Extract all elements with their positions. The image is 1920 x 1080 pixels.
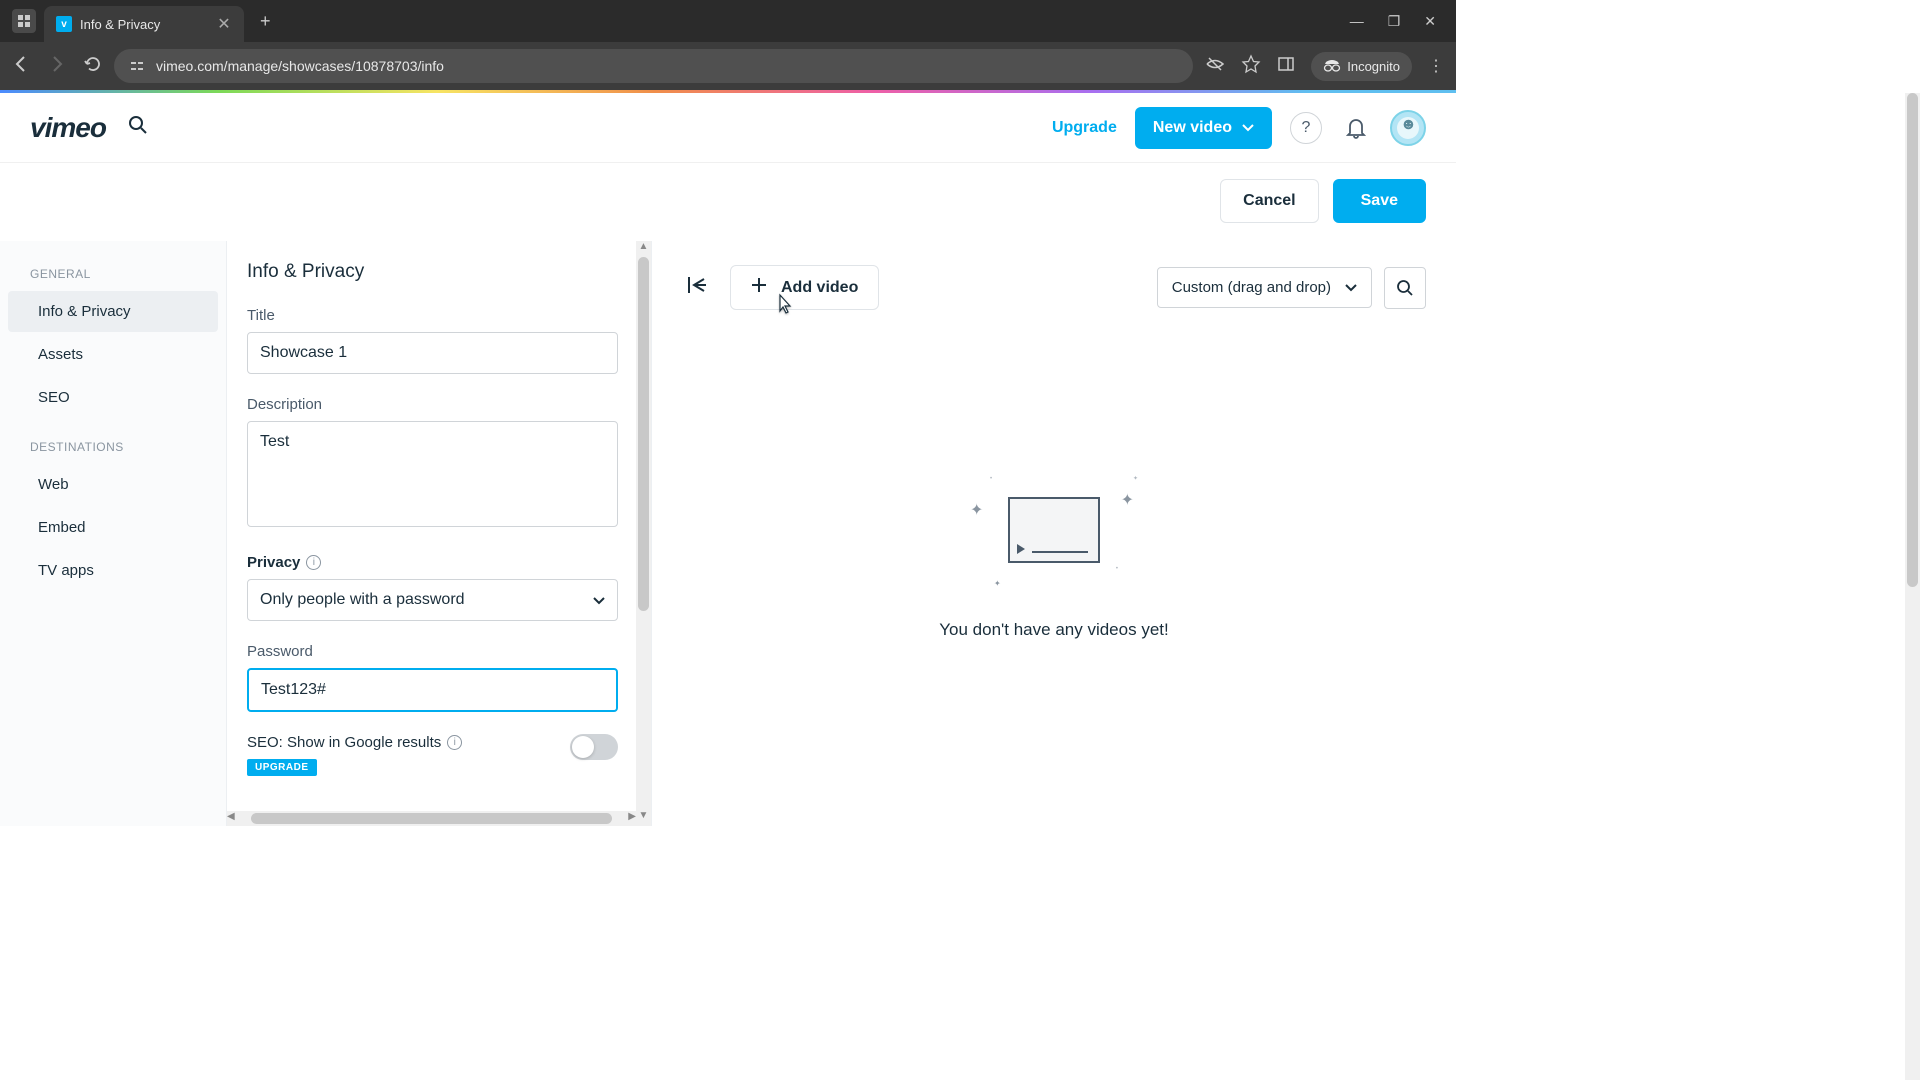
scroll-up-icon: ▲ [636,241,651,257]
url-field[interactable]: vimeo.com/manage/showcases/10878703/info [114,49,1193,83]
site-settings-icon[interactable] [128,57,146,75]
vimeo-header: vimeo Upgrade New video ? [0,93,1456,163]
app-menu-icon[interactable] [12,9,36,33]
sidebar-item-web[interactable]: Web [8,464,218,505]
sidebar-section-general: GENERAL [0,259,226,289]
h-scrollbar-thumb[interactable] [251,813,613,824]
sidebar-item-embed[interactable]: Embed [8,507,218,548]
description-label: Description [247,396,618,413]
title-label: Title [247,307,618,324]
incognito-icon [1323,58,1341,75]
tab-title: Info & Privacy [80,17,208,32]
forward-icon [48,55,66,78]
tab-bar: v Info & Privacy ✕ + ― ❐ ✕ [0,0,1456,42]
chevron-down-icon [1242,119,1254,137]
seo-row: SEO: Show in Google results i UPGRADE [247,734,618,776]
reload-icon[interactable] [84,55,102,78]
sort-select[interactable]: Custom (drag and drop) [1157,267,1372,308]
back-icon[interactable] [12,55,30,78]
side-panel-icon[interactable] [1277,55,1295,78]
new-video-button[interactable]: New video [1135,107,1272,149]
vertical-scrollbar[interactable]: ▲ ▼ [636,241,651,826]
scrollbar-thumb[interactable] [638,257,649,611]
search-icon[interactable] [128,115,148,140]
sidebar-item-info-privacy[interactable]: Info & Privacy [8,291,218,332]
save-button[interactable]: Save [1333,179,1426,223]
url-text: vimeo.com/manage/showcases/10878703/info [156,58,444,74]
sidebar-item-tv-apps[interactable]: TV apps [8,550,218,591]
sidebar: GENERAL Info & Privacy Assets SEO DESTIN… [0,241,226,826]
chevron-down-icon [1345,279,1357,296]
info-icon[interactable]: i [306,555,321,570]
sidebar-item-assets[interactable]: Assets [8,334,218,375]
title-input[interactable] [247,332,618,374]
close-window-icon[interactable]: ✕ [1424,13,1436,30]
add-video-label: Add video [781,279,858,297]
browser-tab[interactable]: v Info & Privacy ✕ [44,6,244,42]
tab-favicon-icon: v [56,16,72,32]
description-textarea[interactable] [247,421,618,527]
empty-text: You don't have any videos yet! [939,620,1168,640]
eye-off-icon[interactable] [1205,54,1225,79]
video-panel: Add video Custom (drag and drop) ✦ ✦ ✦ ✦… [652,241,1456,826]
empty-illustration: ✦ ✦ ✦ ✦ • • [964,470,1144,590]
video-search-button[interactable] [1384,267,1426,309]
sidebar-section-destinations: DESTINATIONS [0,432,226,462]
main-content: GENERAL Info & Privacy Assets SEO DESTIN… [0,241,1456,826]
new-video-label: New video [1153,119,1232,137]
password-input[interactable] [247,668,618,712]
help-icon[interactable]: ? [1290,112,1322,144]
browser-chrome: v Info & Privacy ✕ + ― ❐ ✕ vimeo.com/man… [0,0,1456,90]
privacy-label: Privacy i [247,554,618,571]
incognito-badge[interactable]: Incognito [1311,52,1412,81]
bookmark-star-icon[interactable] [1241,54,1261,79]
seo-toggle[interactable] [570,734,618,760]
video-panel-toolbar: Add video Custom (drag and drop) [682,265,1426,310]
toggle-knob [572,736,594,758]
form-panel: Info & Privacy Title Description Privacy… [226,241,652,826]
sort-value: Custom (drag and drop) [1172,279,1331,296]
form-heading: Info & Privacy [247,261,618,283]
vimeo-logo[interactable]: vimeo [30,112,106,144]
plus-icon [751,277,767,298]
new-tab-button[interactable]: + [252,7,279,36]
window-controls: ― ❐ ✕ [1350,13,1448,30]
add-video-button[interactable]: Add video [730,265,879,310]
action-bar: Cancel Save [0,163,1456,223]
empty-state: ✦ ✦ ✦ ✦ • • You don't have any videos ye… [682,470,1426,640]
page-vertical-scrollbar[interactable] [1905,93,1920,1080]
maximize-icon[interactable]: ❐ [1388,13,1401,30]
minimize-icon[interactable]: ― [1350,13,1364,30]
address-bar: vimeo.com/manage/showcases/10878703/info… [0,42,1456,90]
cancel-button[interactable]: Cancel [1220,179,1318,223]
upgrade-badge[interactable]: UPGRADE [247,759,317,776]
info-icon[interactable]: i [447,735,462,750]
sidebar-item-seo[interactable]: SEO [8,377,218,418]
seo-label: SEO: Show in Google results i [247,734,558,751]
chrome-menu-icon[interactable]: ⋮ [1428,56,1444,76]
horizontal-scrollbar[interactable]: ◀ ▶ [227,811,636,826]
notifications-icon[interactable] [1340,112,1372,144]
incognito-label: Incognito [1347,59,1400,74]
upgrade-link[interactable]: Upgrade [1052,119,1117,137]
scroll-down-icon: ▼ [636,810,651,826]
password-label: Password [247,643,618,660]
avatar[interactable] [1390,110,1426,146]
privacy-select[interactable]: Only people with a password [247,579,618,621]
tab-close-icon[interactable]: ✕ [216,14,232,34]
page-scrollbar-thumb[interactable] [1907,93,1918,587]
collapse-panel-icon[interactable] [682,270,712,305]
